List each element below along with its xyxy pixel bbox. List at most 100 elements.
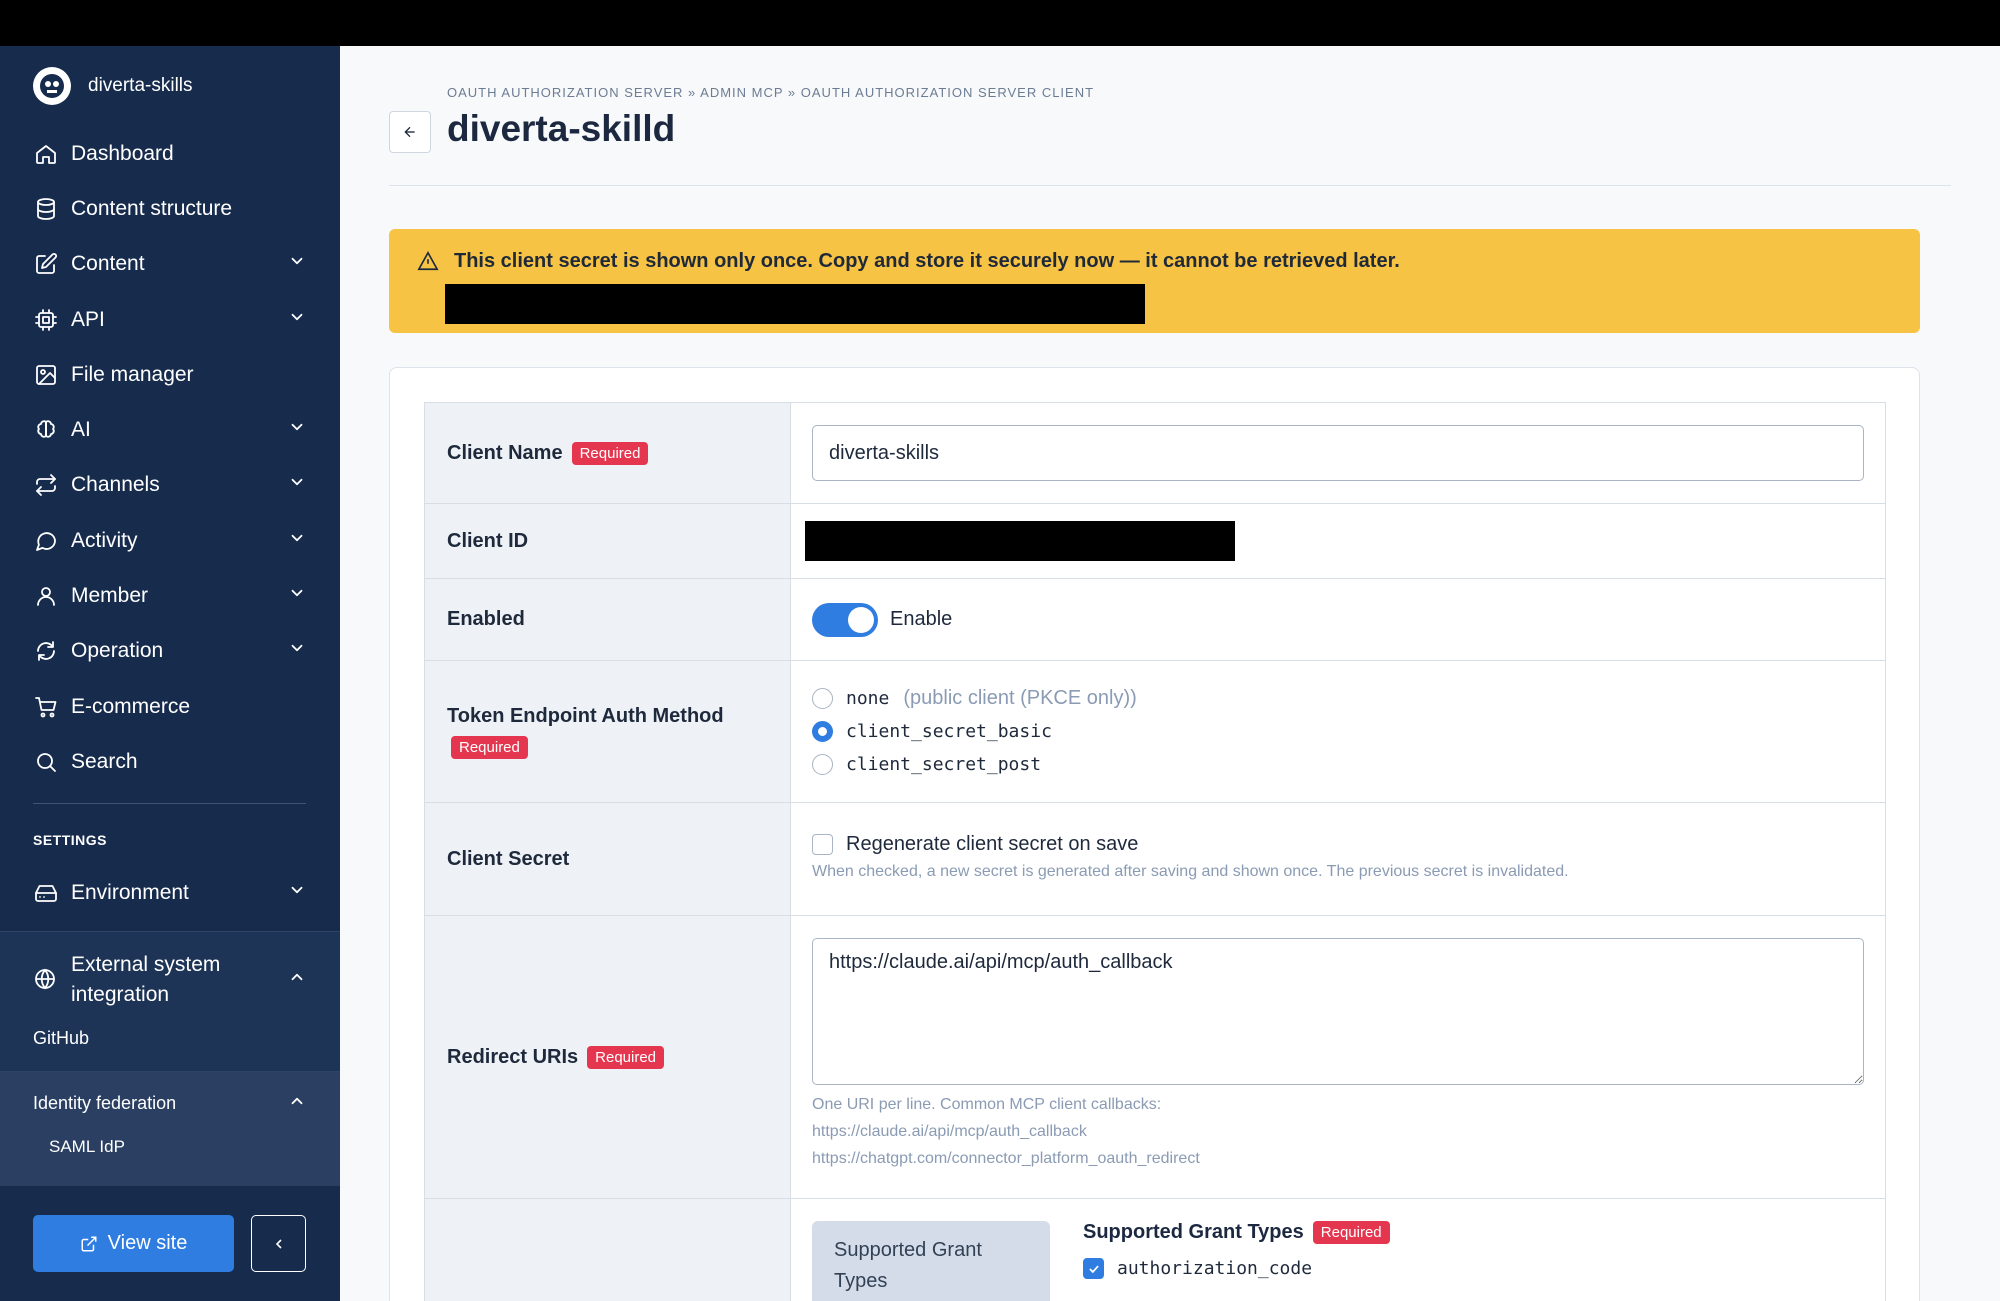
sidebar-item-label: External system integration [71,952,221,1006]
sidebar-subitem-github[interactable]: GitHub [0,1010,340,1063]
required-badge: Required [571,441,649,465]
chevron-left-icon [275,1238,282,1249]
label-client-secret: Client Secret [425,803,791,915]
sidebar-subitem-saml-idp[interactable]: SAML IdP [0,1115,340,1157]
breadcrumb[interactable]: OAUTH AUTHORIZATION SERVER » ADMIN MCP »… [447,85,1094,100]
secret-warning-alert: This client secret is shown only once. C… [389,229,1920,333]
grant-option-authorization-code[interactable]: authorization_code [1083,1258,1390,1279]
auth-option-post[interactable]: client_secret_post [812,748,1041,781]
required-badge: Required [451,735,528,759]
chat-icon [33,528,59,554]
sidebar-item-api[interactable]: API [0,292,340,347]
sidebar-item-e-commerce[interactable]: E-commerce [0,679,340,734]
brand[interactable]: diverta-skills [0,46,340,126]
redirect-uris-cell: https://claude.ai/api/mcp/auth_callback … [791,916,1885,1198]
sidebar-item-search[interactable]: Search [0,734,340,789]
client-secret-cell: Regenerate client secret on save When ch… [791,803,1885,915]
form-card: Client Name Required Client ID Enabled [389,367,1920,1301]
check-icon [1088,1264,1099,1273]
radio-client-secret-basic[interactable] [812,721,833,742]
view-site-button[interactable]: View site [33,1215,234,1272]
sidebar-item-label: E-commerce [71,694,191,718]
warning-icon [417,250,439,272]
back-button[interactable] [389,111,431,153]
auth-option-label: none [846,688,890,709]
external-system-section: External system integration GitHub [0,930,340,1071]
grant-types-title: Supported Grant Types [1083,1221,1304,1243]
collapse-sidebar-button[interactable] [251,1215,306,1272]
regenerate-secret-help: When checked, a new secret is generated … [812,863,1569,880]
sidebar: diverta-skills Dashboard Content structu… [0,46,340,1301]
chevron-down-icon [288,473,306,497]
sidebar-item-member[interactable]: Member [0,568,340,623]
sidebar-item-channels[interactable]: Channels [0,458,340,513]
redirect-uris-textarea[interactable]: https://claude.ai/api/mcp/auth_callback [812,938,1864,1085]
alert-message: This client secret is shown only once. C… [454,250,1400,272]
regenerate-secret-option[interactable]: Regenerate client secret on save [812,833,1138,856]
label-grant-types [425,1199,791,1301]
grant-types-cell: Supported Grant Types Supported Grant Ty… [791,1199,1885,1301]
sidebar-item-ai[interactable]: AI [0,402,340,457]
edit-icon [33,251,59,277]
row-redirect-uris: Redirect URIs Required https://claude.ai… [425,916,1885,1199]
grant-option-label: authorization_code [1117,1258,1313,1279]
sidebar-item-activity[interactable]: Activity [0,513,340,568]
auth-option-none[interactable]: none (public client (PKCE only)) [812,682,1137,715]
help-line: https://chatgpt.com/connector_platform_o… [812,1150,1200,1167]
home-icon [33,141,59,167]
sidebar-item-content[interactable]: Content [0,237,340,292]
grant-types-tab[interactable]: Supported Grant Types [812,1221,1050,1301]
main-content: OAUTH AUTHORIZATION SERVER » ADMIN MCP »… [340,46,2000,1301]
sidebar-item-file-manager[interactable]: File manager [0,347,340,402]
auth-option-basic[interactable]: client_secret_basic [812,715,1052,748]
auth-option-label: client_secret_basic [846,721,1052,742]
chevron-down-icon [288,252,306,276]
regenerate-secret-checkbox[interactable] [812,834,833,855]
client-name-input[interactable] [812,425,1864,481]
sidebar-item-label: Member [71,584,149,608]
row-client-secret: Client Secret Regenerate client secret o… [425,803,1885,916]
chevron-down-icon [288,529,306,553]
chevron-down-icon [288,308,306,332]
sidebar-item-operation[interactable]: Operation [0,624,340,679]
field-label: Client Secret [447,847,570,870]
auth-method-options: none (public client (PKCE only)) client_… [791,661,1885,802]
chevron-up-icon [288,965,306,995]
database-icon [33,196,59,222]
image-icon [33,362,59,388]
chevron-down-icon [288,881,306,905]
sidebar-item-label: File manager [71,362,194,386]
sidebar-item-label: Content [71,252,145,276]
brain-icon [33,417,59,443]
client-secret-redacted[interactable] [445,284,1145,324]
sidebar-item-label: Search [71,749,138,773]
authorization-code-checkbox[interactable] [1083,1258,1104,1279]
radio-client-secret-post[interactable] [812,754,833,775]
sidebar-item-external-system[interactable]: External system integration [0,932,340,1010]
label-auth-method: Token Endpoint Auth Method Required [425,661,791,802]
sidebar-item-dashboard[interactable]: Dashboard [0,126,340,181]
enable-toggle[interactable] [812,602,878,637]
help-line: One URI per line. Common MCP client call… [812,1096,1162,1113]
enabled-cell: Enable [791,579,1885,660]
field-label: Redirect URIs [447,1045,579,1068]
enable-toggle-label: Enable [890,608,953,630]
sidebar-item-environment[interactable]: Environment [0,866,340,921]
sidebar-item-label: AI [71,418,91,442]
cart-icon [33,694,59,720]
sidebar-item-label: Channels [71,473,160,497]
required-badge: Required [1312,1221,1390,1244]
chevron-down-icon [288,584,306,608]
radio-none[interactable] [812,688,833,709]
sidebar-item-label: Content structure [71,196,233,220]
label-client-name: Client Name Required [425,403,791,503]
sidebar-item-label: API [71,307,105,331]
help-line: https://claude.ai/api/mcp/auth_callback [812,1123,1087,1140]
sidebar-item-content-structure[interactable]: Content structure [0,181,340,236]
label-redirect-uris: Redirect URIs Required [425,916,791,1198]
field-label: Client Name [447,441,563,464]
refresh-icon [33,638,59,664]
hard-drive-icon [33,880,59,906]
sidebar-item-label: Activity [71,528,138,552]
sidebar-item-identity-federation[interactable]: Identity federation [0,1072,340,1115]
